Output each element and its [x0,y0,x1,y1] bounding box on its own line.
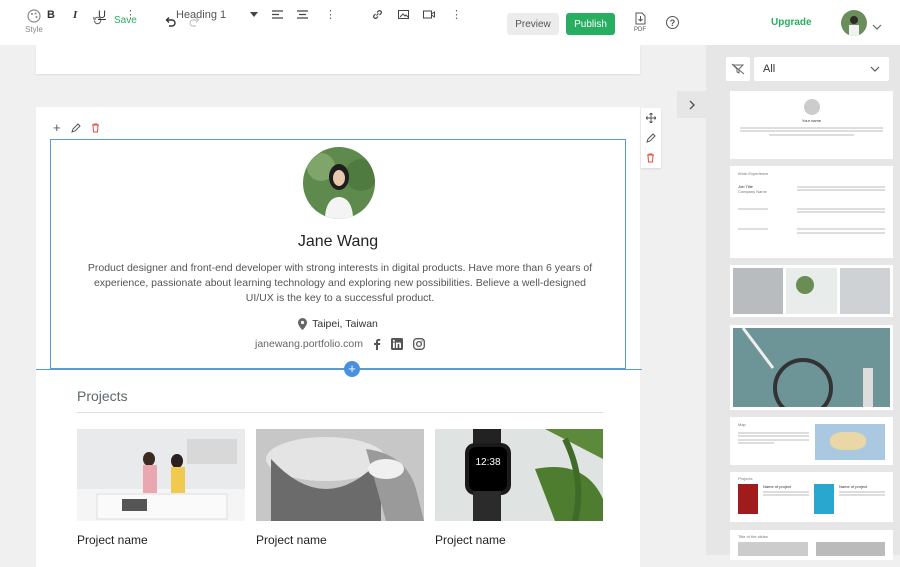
add-section-button[interactable]: + [344,361,360,377]
location-pin-icon [298,318,308,330]
palette-icon [27,9,41,23]
add-icon[interactable]: + [53,120,61,135]
italic-button[interactable]: I [73,0,77,29]
profile-location: Taipei, Taiwan [312,318,378,330]
template-work-experience[interactable]: Work Experience Job Title Company Name [730,166,893,258]
format-toolbar [36,45,640,74]
underline-button[interactable]: U [98,0,106,29]
delete-icon[interactable] [91,123,100,133]
template-project-name: Name of project [839,484,868,489]
filter-toggle[interactable] [726,57,750,81]
heading-select[interactable]: Heading 1 [176,0,226,29]
chevron-right-icon [689,100,695,109]
align-left-icon[interactable] [272,0,283,29]
edit-icon[interactable] [646,133,656,143]
image-icon[interactable] [398,0,409,29]
template-intro[interactable]: Your name [730,91,893,159]
project-image[interactable] [77,429,245,521]
help-icon[interactable]: ? [666,16,679,29]
template-gallery[interactable] [730,265,893,317]
undo-icon[interactable] [164,15,176,27]
more-icon[interactable]: ⋮ [125,0,136,29]
collapse-panel-button[interactable] [677,91,706,118]
linkedin-icon[interactable] [390,338,403,350]
profile-name: Jane Wang [297,233,379,250]
svg-text:12:38: 12:38 [475,457,500,468]
style-label: Style [25,25,43,34]
caret-down-icon[interactable] [250,0,258,29]
upgrade-button[interactable]: Upgrade [771,17,812,28]
edit-icon[interactable] [70,122,81,133]
project-image[interactable]: 12:38 [435,429,603,521]
move-icon[interactable] [646,113,656,123]
template-projects[interactable]: Projects Name of project Name of project [730,472,893,522]
section-tools: + [53,120,100,135]
divider [77,412,603,413]
avatar[interactable] [841,10,867,36]
project-name: Project name [256,533,327,547]
project-name: Project name [77,533,148,547]
pdf-button[interactable]: PDF [632,12,648,33]
filter-value: All [763,63,776,75]
filter-off-icon [731,63,745,75]
template-title: Projects [738,476,753,481]
download-file-icon [635,12,645,25]
instagram-icon[interactable] [413,338,425,350]
delete-icon[interactable] [646,153,655,163]
template-project-name: Name of project [763,484,792,489]
video-icon[interactable] [423,0,435,29]
projects-heading: Projects [77,388,128,404]
template-slides[interactable]: Title of the slides [730,530,893,560]
chevron-down-icon[interactable] [872,18,882,36]
bold-button[interactable]: B [47,0,55,29]
template-title: Work Experience [738,171,769,176]
more-icon[interactable]: ⋮ [451,0,462,29]
template-title: Title of the slides [738,534,768,539]
more-icon[interactable]: ⋮ [325,0,336,29]
profile-bio: Product designer and front-end developer… [87,262,593,304]
website-link[interactable]: janewang.portfolio.com [255,338,363,350]
align-center-icon[interactable] [297,0,308,29]
template-cover-image[interactable] [730,325,893,410]
project-image[interactable] [256,429,424,521]
facebook-icon[interactable] [373,338,381,350]
template-map[interactable]: Map [730,417,893,465]
template-company: Company Name [738,189,767,194]
profile-photo[interactable] [303,147,375,219]
preview-button[interactable]: Preview [507,13,559,35]
side-tools [641,108,661,168]
pdf-label: PDF [634,27,646,33]
section-divider [36,369,642,370]
project-name: Project name [435,533,506,547]
link-icon[interactable] [372,0,383,29]
style-button[interactable]: Style [20,9,48,34]
chevron-down-icon [870,66,880,72]
filter-select[interactable]: All [754,57,889,81]
publish-button[interactable]: Publish [566,13,615,35]
